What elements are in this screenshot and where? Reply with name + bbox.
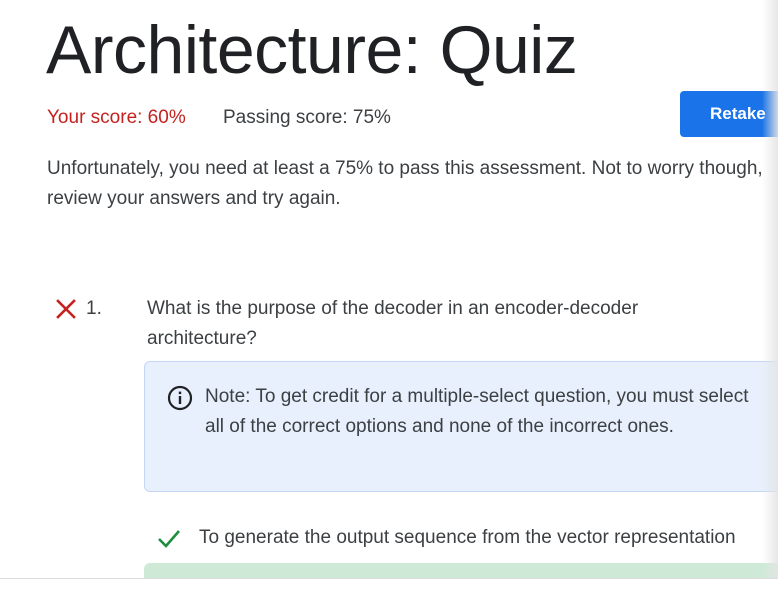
score-summary: Your score: 60% Passing score: 75% <box>47 106 391 130</box>
bottom-divider <box>0 578 778 597</box>
note-text: Note: To get credit for a multiple-selec… <box>205 386 749 437</box>
x-incorrect-icon <box>56 299 76 319</box>
passing-score: Passing score: 75% <box>223 107 391 128</box>
answer-option-text: To generate the output sequence from the… <box>199 527 736 548</box>
quiz-results-page: Architecture: Quiz Your score: 60% Passi… <box>0 0 778 578</box>
question-number: 1. <box>86 298 102 319</box>
check-icon <box>158 530 180 548</box>
multiple-select-note: Note: To get credit for a multiple-selec… <box>144 361 778 492</box>
question-text: What is the purpose of the decoder in an… <box>147 298 639 349</box>
page-title: Architecture: Quiz <box>46 12 578 88</box>
info-icon <box>167 385 193 411</box>
answer-feedback <box>144 563 778 578</box>
scroll-edge-shadow <box>762 0 778 578</box>
result-message: Unfortunately, you need at least a 75% t… <box>47 158 763 209</box>
your-score: Your score: 60% <box>47 107 186 128</box>
